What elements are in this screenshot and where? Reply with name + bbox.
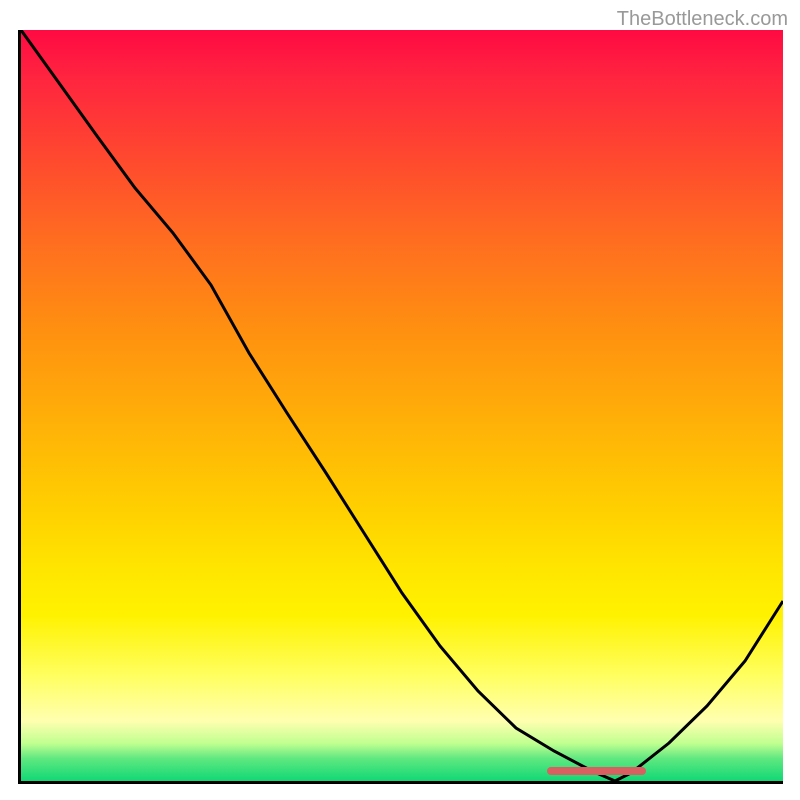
chart-curve <box>21 30 783 781</box>
watermark-text: TheBottleneck.com <box>617 8 788 31</box>
optimal-range-marker <box>547 767 646 775</box>
bottleneck-curve-line <box>21 30 783 781</box>
chart-container <box>18 30 783 784</box>
